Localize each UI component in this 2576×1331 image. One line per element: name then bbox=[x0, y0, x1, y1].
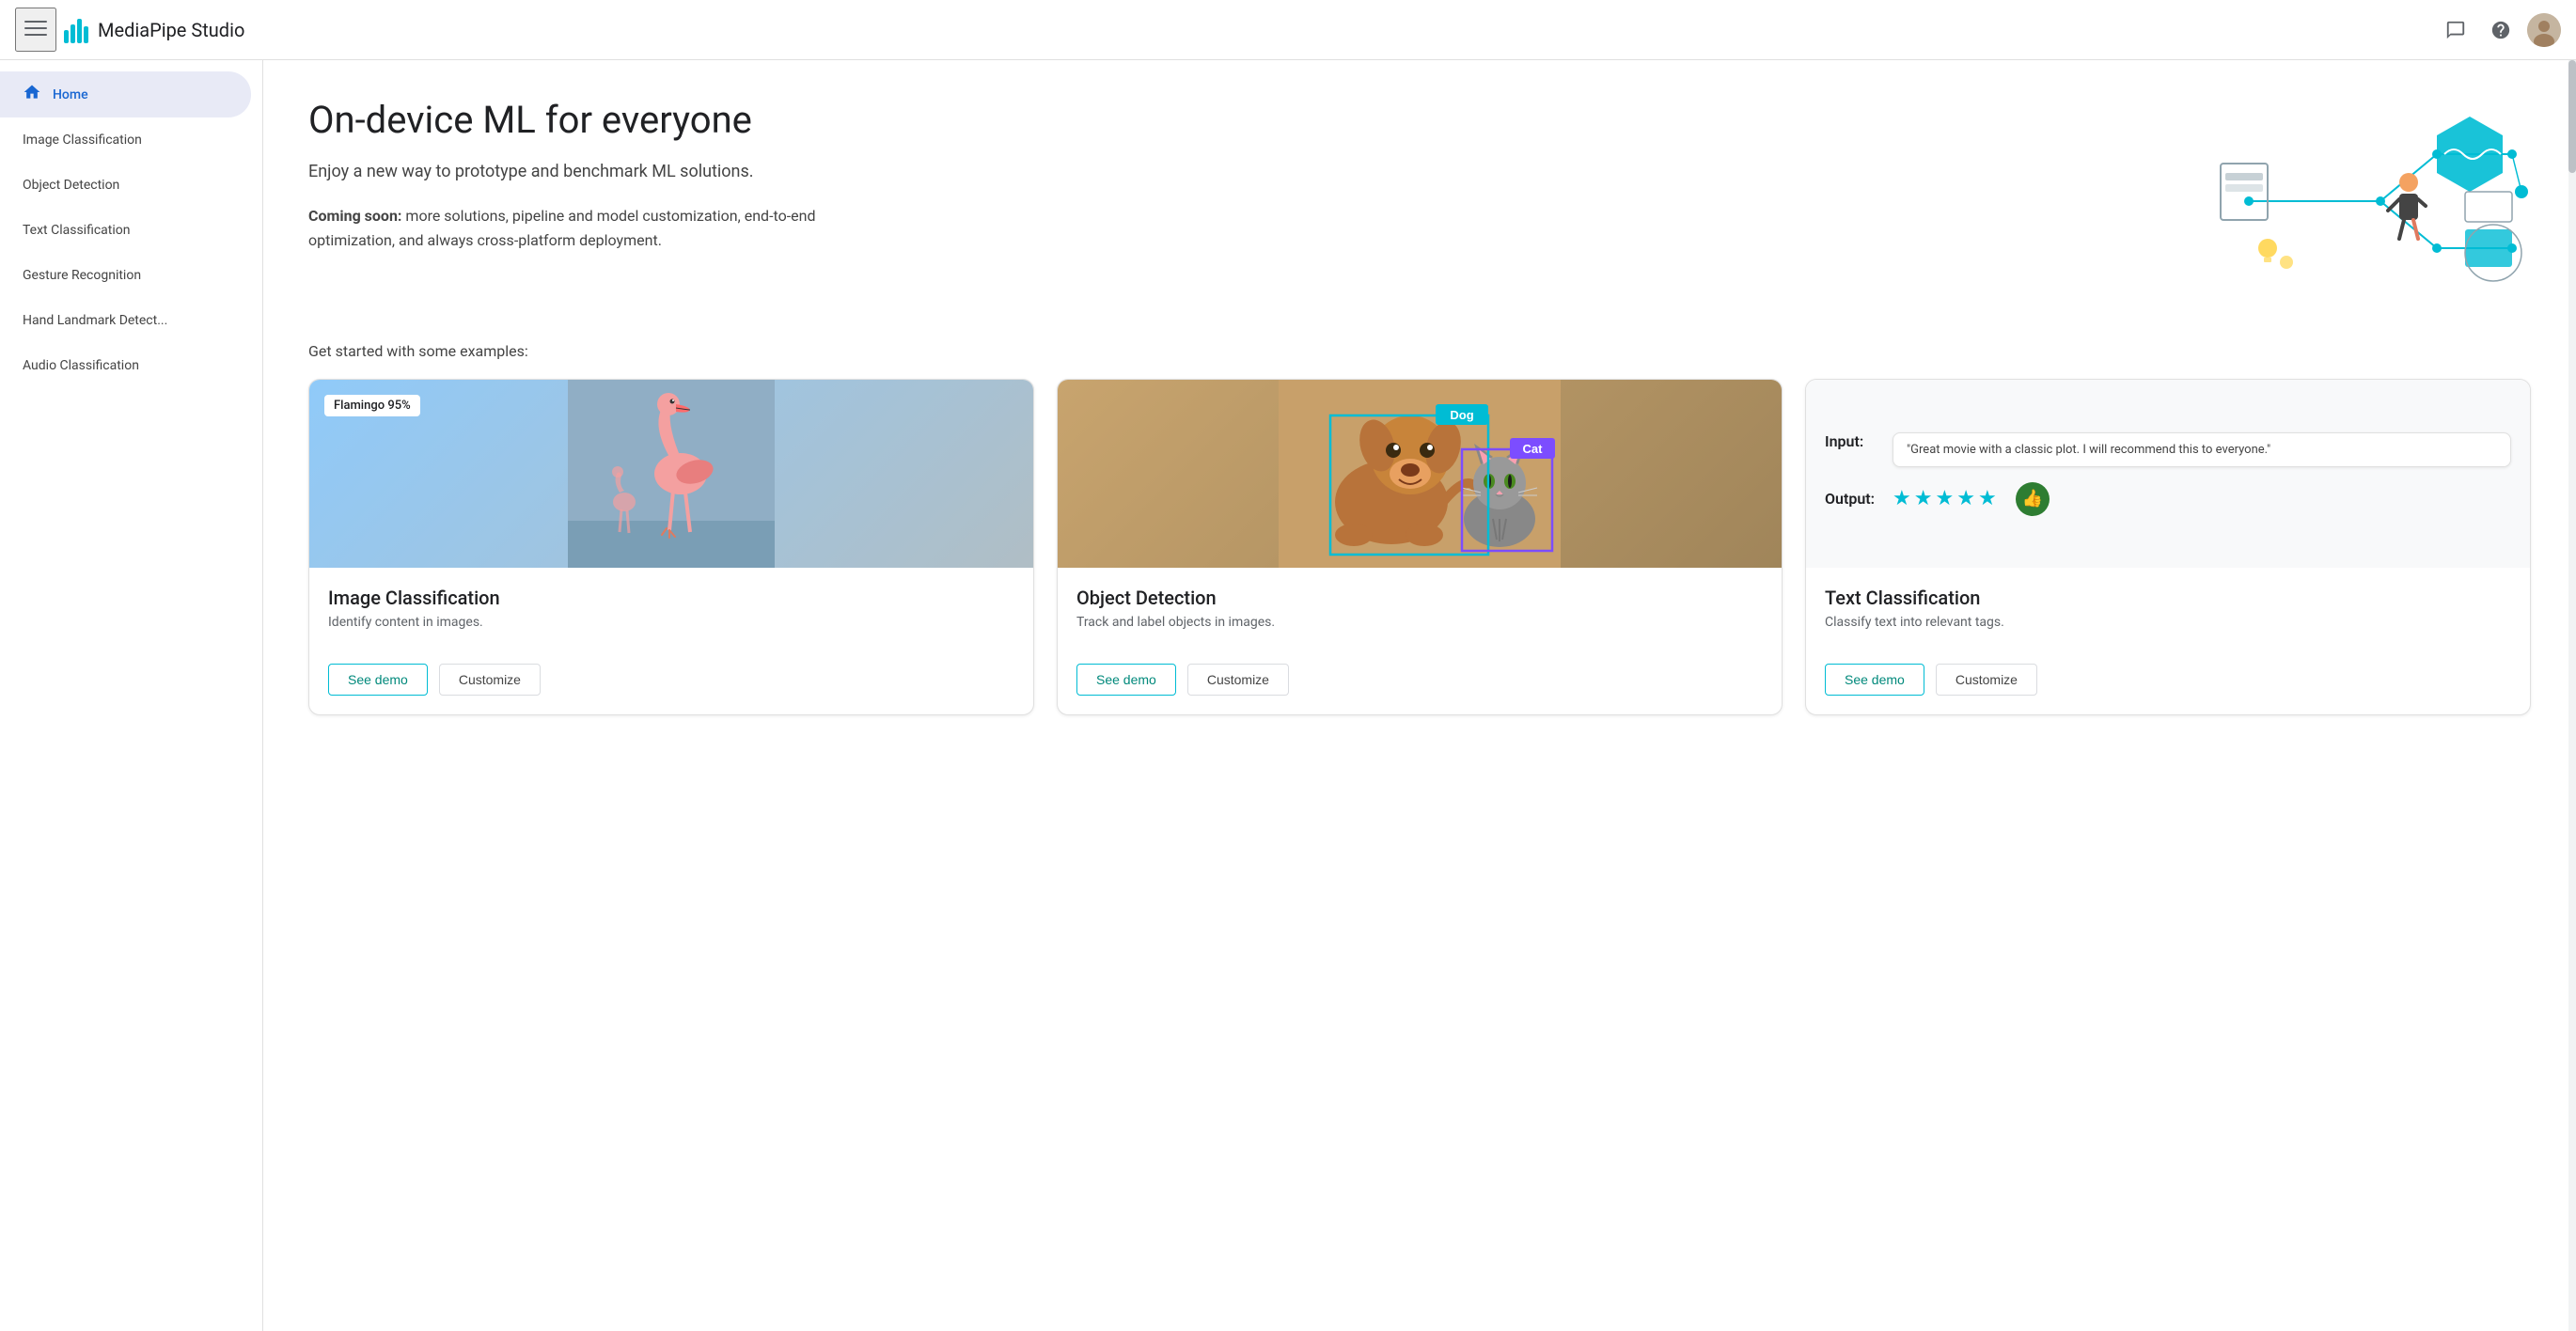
thumbs-up-icon: 👍 bbox=[2016, 482, 2050, 516]
star-5: ★ bbox=[1978, 487, 1997, 510]
card-object-detection-desc: Track and label objects in images. bbox=[1076, 615, 1763, 630]
text-class-output-row: Output: ★ ★ ★ ★ ★ 👍 bbox=[1825, 482, 2511, 516]
svg-text:Cat: Cat bbox=[1523, 442, 1544, 456]
sidebar-item-audio-classification-label: Audio Classification bbox=[23, 358, 139, 373]
home-icon bbox=[23, 83, 41, 106]
hero-text: On-device ML for everyone Enjoy a new wa… bbox=[308, 98, 872, 252]
text-classification-customize-button[interactable]: Customize bbox=[1936, 664, 2037, 696]
examples-heading: Get started with some examples: bbox=[308, 342, 2531, 360]
illustration-svg bbox=[2192, 98, 2531, 305]
star-rating: ★ ★ ★ ★ ★ bbox=[1893, 487, 1997, 510]
sidebar-item-image-classification-label: Image Classification bbox=[23, 133, 142, 148]
sidebar-item-image-classification[interactable]: Image Classification bbox=[0, 117, 251, 163]
flamingo-label: Flamingo 95% bbox=[324, 395, 420, 416]
scrollbar-thumb[interactable] bbox=[2568, 60, 2576, 173]
examples-section: Get started with some examples: Flamingo… bbox=[308, 342, 2531, 715]
text-input-label: Input: bbox=[1825, 432, 1881, 450]
card-object-detection-body: Object Detection Track and label objects… bbox=[1058, 568, 1782, 664]
object-detection-see-demo-button[interactable]: See demo bbox=[1076, 664, 1176, 696]
sidebar-item-object-detection[interactable]: Object Detection bbox=[0, 163, 251, 208]
card-object-detection-title: Object Detection bbox=[1076, 587, 1763, 609]
coming-soon-label: Coming soon: bbox=[308, 207, 401, 225]
hero-title: On-device ML for everyone bbox=[308, 98, 872, 143]
text-input-bubble: "Great movie with a classic plot. I will… bbox=[1893, 432, 2511, 467]
card-image-classification-desc: Identify content in images. bbox=[328, 615, 1014, 630]
image-classification-see-demo-button[interactable]: See demo bbox=[328, 664, 428, 696]
feedback-button[interactable] bbox=[2437, 11, 2474, 49]
image-classification-customize-button[interactable]: Customize bbox=[439, 664, 541, 696]
card-text-classification-image: Input: "Great movie with a classic plot.… bbox=[1806, 380, 2530, 568]
scrollbar-track[interactable] bbox=[2568, 60, 2576, 1331]
header-actions bbox=[2437, 11, 2561, 49]
hero-section: On-device ML for everyone Enjoy a new wa… bbox=[308, 98, 2531, 305]
flamingo-illustration bbox=[568, 380, 775, 568]
user-avatar[interactable] bbox=[2527, 13, 2561, 47]
sidebar-item-hand-landmark[interactable]: Hand Landmark Detect... bbox=[0, 298, 251, 343]
logo-icon bbox=[64, 17, 88, 43]
card-text-classification-desc: Classify text into relevant tags. bbox=[1825, 615, 2511, 630]
svg-text:Dog: Dog bbox=[1450, 408, 1473, 422]
card-text-classification: Input: "Great movie with a classic plot.… bbox=[1805, 379, 2531, 715]
sidebar: Home Image Classification Object Detecti… bbox=[0, 60, 263, 1331]
help-button[interactable] bbox=[2482, 11, 2520, 49]
sidebar-item-home-label: Home bbox=[53, 87, 88, 102]
star-4: ★ bbox=[1956, 487, 1975, 510]
sidebar-item-gesture-recognition[interactable]: Gesture Recognition bbox=[0, 253, 251, 298]
object-detection-illustration: Dog Cat bbox=[1279, 380, 1561, 568]
card-image-classification: Flamingo 95% bbox=[308, 379, 1034, 715]
card-text-classification-body: Text Classification Classify text into r… bbox=[1806, 568, 2530, 664]
hero-coming-soon: Coming soon: more solutions, pipeline an… bbox=[308, 204, 872, 252]
hero-subtitle: Enjoy a new way to prototype and benchma… bbox=[308, 162, 872, 181]
card-image-classification-title: Image Classification bbox=[328, 587, 1014, 609]
sidebar-item-object-detection-label: Object Detection bbox=[23, 178, 119, 193]
card-text-classification-actions: See demo Customize bbox=[1806, 664, 2530, 714]
card-object-detection-actions: See demo Customize bbox=[1058, 664, 1782, 714]
card-image-classification-body: Image Classification Identify content in… bbox=[309, 568, 1033, 664]
hero-illustration bbox=[2192, 98, 2531, 305]
sidebar-item-hand-landmark-label: Hand Landmark Detect... bbox=[23, 313, 167, 328]
app-logo[interactable]: MediaPipe Studio bbox=[64, 17, 244, 43]
app-title: MediaPipe Studio bbox=[98, 19, 244, 41]
card-object-detection: Dog Cat Object Detection Track and label… bbox=[1057, 379, 1783, 715]
card-image-classification-image: Flamingo 95% bbox=[309, 380, 1033, 568]
sidebar-item-audio-classification[interactable]: Audio Classification bbox=[0, 343, 251, 388]
object-detection-customize-button[interactable]: Customize bbox=[1187, 664, 1289, 696]
sidebar-item-text-classification-label: Text Classification bbox=[23, 223, 131, 238]
app-header: MediaPipe Studio bbox=[0, 0, 2576, 60]
text-classification-see-demo-button[interactable]: See demo bbox=[1825, 664, 1924, 696]
star-3: ★ bbox=[1935, 487, 1954, 510]
sidebar-item-home[interactable]: Home bbox=[0, 71, 251, 117]
star-2: ★ bbox=[1914, 487, 1933, 510]
cards-grid: Flamingo 95% bbox=[308, 379, 2531, 715]
card-image-classification-actions: See demo Customize bbox=[309, 664, 1033, 714]
sidebar-item-text-classification[interactable]: Text Classification bbox=[0, 208, 251, 253]
main-content: On-device ML for everyone Enjoy a new wa… bbox=[263, 60, 2576, 1331]
sidebar-item-gesture-recognition-label: Gesture Recognition bbox=[23, 268, 141, 283]
star-1: ★ bbox=[1893, 487, 1911, 510]
app-layout: Home Image Classification Object Detecti… bbox=[0, 0, 2576, 1331]
hamburger-menu-button[interactable] bbox=[15, 8, 56, 52]
text-output-label: Output: bbox=[1825, 490, 1881, 508]
text-class-input-row: Input: "Great movie with a classic plot.… bbox=[1825, 432, 2511, 467]
card-text-classification-title: Text Classification bbox=[1825, 587, 2511, 609]
card-object-detection-image: Dog Cat bbox=[1058, 380, 1782, 568]
